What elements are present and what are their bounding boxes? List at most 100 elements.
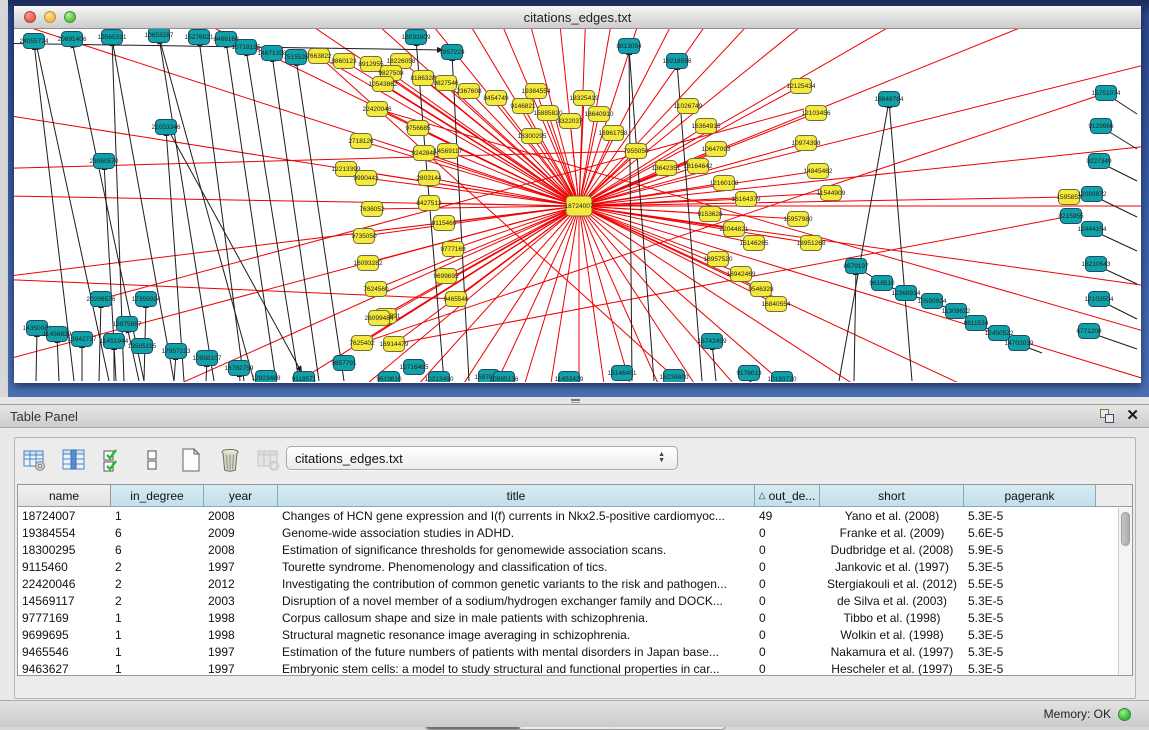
graph-node[interactable]: 19975867 — [113, 317, 142, 332]
graph-node[interactable]: 10653287 — [145, 29, 174, 43]
table-cell[interactable]: 6 — [111, 524, 204, 541]
table-row[interactable]: 1456911722003Disruption of a novel membe… — [18, 592, 1132, 609]
graph-node[interactable]: 11026749 — [674, 99, 703, 114]
citation-edge-red[interactable] — [579, 206, 1141, 382]
table-cell[interactable]: de Silva et al. (2003) — [820, 592, 964, 609]
table-cell[interactable]: 5.3E-5 — [964, 660, 1096, 676]
graph-node[interactable]: 6771208 — [1076, 324, 1102, 339]
citation-network-graph[interactable]: 1872400724055724206914061956533110653287… — [14, 29, 1141, 382]
split-pane-divider[interactable] — [0, 397, 1149, 404]
graph-node[interactable]: 16364915 — [692, 119, 721, 134]
table-cell[interactable]: 2008 — [204, 507, 278, 524]
graph-node[interactable]: 8679197 — [843, 259, 869, 274]
graph-node[interactable]: 18951268 — [797, 236, 826, 251]
table-cell[interactable]: Tourette syndrome. Phenomenology and cla… — [278, 558, 755, 575]
table-cell[interactable]: 5.3E-5 — [964, 626, 1096, 643]
citation-edge-red[interactable] — [379, 206, 579, 318]
graph-node[interactable]: 9227349 — [1086, 154, 1112, 169]
table-cell[interactable]: Wolkin et al. (1998) — [820, 626, 964, 643]
citation-edge-red[interactable] — [579, 29, 1141, 206]
table-cell[interactable]: 19384554 — [18, 524, 111, 541]
graph-node[interactable]: 14569117 — [434, 144, 463, 159]
citation-edge-red[interactable] — [372, 206, 579, 209]
graph-node[interactable]: 20206576 — [87, 292, 116, 307]
citation-edge-black[interactable] — [57, 336, 59, 381]
table-row[interactable]: 977716911998Corpus callosum shape and si… — [18, 609, 1132, 626]
table-cell[interactable]: 0 — [755, 541, 820, 558]
citation-edge-red[interactable] — [579, 29, 1141, 206]
table-row[interactable]: 1830029562008Estimation of significance … — [18, 541, 1132, 558]
table-selector-dropdown[interactable]: citations_edges.txt ▲▼ — [286, 446, 678, 470]
table-row[interactable]: 946362711997Embryonic stem cells: a mode… — [18, 660, 1132, 676]
citation-edge-black[interactable] — [246, 49, 299, 381]
graph-node[interactable]: 10958107 — [193, 351, 222, 366]
graph-node[interactable]: 16782759 — [225, 361, 254, 376]
graph-node[interactable]: 7625402 — [349, 336, 375, 351]
graph-node[interactable]: 8322037 — [557, 114, 583, 129]
graph-node[interactable]: 14702039 — [1005, 336, 1034, 351]
graph-node[interactable]: 12125434 — [787, 79, 816, 94]
table-cell[interactable]: 1997 — [204, 558, 278, 575]
table-cell[interactable]: 9463627 — [18, 660, 111, 676]
table-cell[interactable]: 18724007 — [18, 507, 111, 524]
graph-node[interactable]: 9990443 — [353, 171, 379, 186]
table-cell[interactable]: 9115460 — [18, 558, 111, 575]
column-header-out_de[interactable]: △out_de... — [755, 485, 820, 507]
citation-edge-red[interactable] — [579, 206, 1141, 382]
graph-node[interactable]: 8186328 — [410, 71, 436, 86]
graph-node[interactable]: 18640910 — [585, 107, 614, 122]
graph-node[interactable]: 9115460 — [432, 216, 457, 231]
table-cell[interactable]: 1998 — [204, 626, 278, 643]
graph-node[interactable]: 12103504 — [1085, 292, 1114, 307]
graph-node[interactable]: 7663822 — [306, 49, 332, 64]
citation-edge-red[interactable] — [579, 206, 1141, 382]
citation-edge-black[interactable] — [889, 101, 912, 381]
table-cell[interactable]: 5.6E-5 — [964, 524, 1096, 541]
graph-node[interactable]: 8454749 — [483, 91, 509, 106]
table-cell[interactable]: 1997 — [204, 643, 278, 660]
table-cell[interactable]: Corpus callosum shape and size in male p… — [278, 609, 755, 626]
graph-node[interactable]: 11451944 — [100, 334, 129, 349]
graph-node[interactable]: 12444154 — [1078, 222, 1107, 237]
table-settings-icon[interactable] — [21, 446, 49, 474]
graph-node[interactable]: 12160108 — [710, 176, 739, 191]
table-cell[interactable]: 1998 — [204, 609, 278, 626]
table-cell[interactable]: 0 — [755, 626, 820, 643]
graph-node[interactable]: 2367608 — [456, 84, 482, 99]
close-window-icon[interactable] — [24, 11, 36, 23]
row-height-icon[interactable] — [138, 446, 166, 474]
graph-node[interactable]: 24055724 — [20, 34, 49, 49]
graph-node[interactable]: 16093282 — [354, 256, 383, 271]
graph-node[interactable]: 2803144 — [416, 171, 442, 186]
graph-node[interactable]: 9699695 — [433, 269, 459, 284]
table-row[interactable]: 1938455462009Genome-wide association stu… — [18, 524, 1132, 541]
graph-node[interactable]: 16164379 — [732, 192, 761, 207]
graph-node[interactable]: 9153628 — [697, 207, 723, 222]
graph-node[interactable]: 8860123 — [331, 54, 357, 69]
graph-node[interactable]: 16742459 — [698, 334, 727, 349]
graph-node[interactable]: 15957980 — [784, 212, 813, 227]
citation-edge-red[interactable] — [366, 178, 579, 206]
graph-node[interactable]: 16234800 — [660, 370, 689, 383]
column-header-in_degree[interactable]: in_degree — [111, 485, 204, 507]
graph-node[interactable]: 7636052 — [359, 202, 385, 217]
table-cell[interactable]: Disruption of a novel member of a sodium… — [278, 592, 755, 609]
citation-edge-black[interactable] — [36, 330, 37, 381]
graph-node[interactable]: 10213490 — [425, 372, 454, 383]
table-cell[interactable]: 1 — [111, 507, 204, 524]
table-cell[interactable]: 2008 — [204, 541, 278, 558]
citation-edge-red[interactable] — [14, 206, 579, 364]
graph-node[interactable]: 9756685 — [405, 121, 431, 136]
graph-node[interactable]: 19565331 — [98, 30, 127, 45]
citation-edge-black[interactable] — [170, 133, 302, 373]
zoom-window-icon[interactable] — [64, 11, 76, 23]
table-cell[interactable]: Investigating the contribution of common… — [278, 575, 755, 592]
table-cell[interactable]: 2012 — [204, 575, 278, 592]
table-row[interactable]: 1872400712008Changes of HCN gene express… — [18, 507, 1132, 524]
column-header-pagerank[interactable]: pagerank — [964, 485, 1096, 507]
citation-edge-black[interactable] — [854, 268, 856, 381]
graph-node[interactable]: 18957520 — [704, 252, 733, 267]
graph-node[interactable]: 17359924 — [132, 292, 161, 307]
table-cell[interactable]: 14569117 — [18, 592, 111, 609]
table-cell[interactable]: Yano et al. (2008) — [820, 507, 964, 524]
